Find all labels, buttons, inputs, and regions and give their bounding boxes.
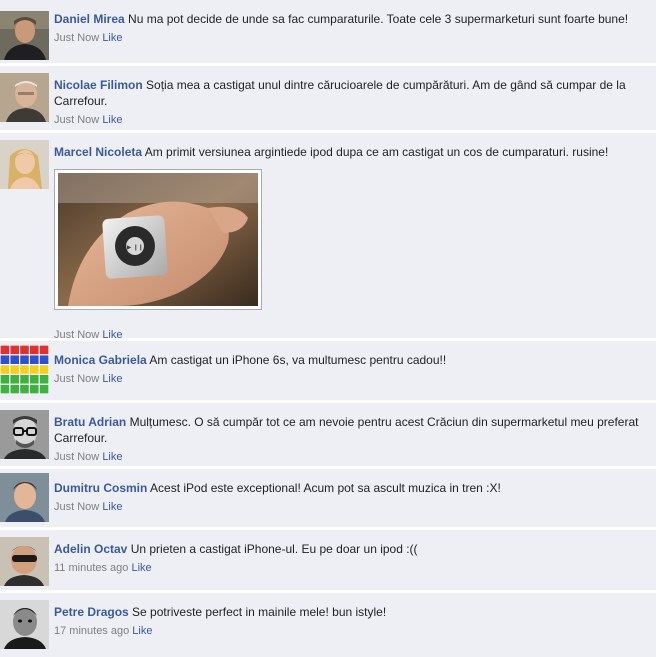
avatar[interactable] xyxy=(0,11,49,60)
blonde-woman-avatar-icon xyxy=(0,140,49,189)
comment-author-link[interactable]: Adelin Octav xyxy=(54,542,127,556)
pixel-cell xyxy=(0,365,10,374)
avatar[interactable] xyxy=(0,537,49,586)
comment-timestamp: 17 minutes ago xyxy=(54,625,130,637)
young-man-avatar-icon xyxy=(0,473,49,522)
comment-item: Marcel Nicoleta Am primit versiunea argi… xyxy=(0,133,656,341)
avatar[interactable] xyxy=(0,473,49,522)
pixel-cell xyxy=(30,365,39,374)
pixel-cell xyxy=(39,365,49,374)
pixel-cell xyxy=(39,375,49,384)
comment-author-link[interactable]: Dumitru Cosmin xyxy=(54,481,147,495)
comment-item: Monica Gabriela Am castigat un iPhone 6s… xyxy=(0,341,656,400)
comment-feed: Daniel Mirea Nu ma pot decide de unde sa… xyxy=(0,0,656,657)
like-link[interactable]: Like xyxy=(131,562,151,574)
pixel-cell xyxy=(30,375,39,384)
like-link[interactable]: Like xyxy=(102,451,122,463)
comment-author-link[interactable]: Marcel Nicoleta xyxy=(54,145,142,159)
comment-author-link[interactable]: Monica Gabriela xyxy=(54,353,147,367)
comment-meta: Just Now Like xyxy=(54,328,650,342)
comment-author-link[interactable]: Petre Dragos xyxy=(54,605,129,619)
older-man-avatar-icon xyxy=(0,73,49,122)
comment-item: Petre Dragos Se potriveste perfect in ma… xyxy=(0,593,656,657)
pixel-cell xyxy=(0,375,10,384)
pixel-cell xyxy=(39,384,49,394)
avatar[interactable] xyxy=(0,345,49,394)
pixel-cell xyxy=(20,365,29,374)
comment-text: Am primit versiunea argintiede ipod dupa… xyxy=(144,145,609,159)
pixel-cell xyxy=(0,355,10,364)
comment-author-link[interactable]: Daniel Mirea xyxy=(54,12,125,26)
comment-timestamp: Just Now xyxy=(54,373,100,385)
pixel-cell xyxy=(39,345,49,355)
comment-timestamp: 11 minutes ago xyxy=(54,562,129,574)
pixel-cell xyxy=(10,384,19,394)
pixel-cell xyxy=(30,384,39,394)
like-link[interactable]: Like xyxy=(102,373,122,385)
comment-item: Adelin Octav Un prieten a castigat iPhon… xyxy=(0,530,656,590)
comment-item: Daniel Mirea Nu ma pot decide de unde sa… xyxy=(0,0,656,63)
pixel-cell xyxy=(39,355,49,364)
pixel-cell xyxy=(10,355,19,364)
pixel-cell xyxy=(10,375,19,384)
comment-text: Un prieten a castigat iPhone-ul. Eu pe d… xyxy=(130,542,418,556)
comment-meta: 11 minutes ago Like xyxy=(54,561,650,575)
comment-timestamp: Just Now xyxy=(54,329,100,341)
pixel-cell xyxy=(20,355,29,364)
comment-author-link[interactable]: Nicolae Filimon xyxy=(54,78,143,92)
comment-text: Nu ma pot decide de unde sa fac cumparat… xyxy=(128,12,629,26)
pixel-cell xyxy=(10,365,19,374)
man-sunglasses-avatar-icon xyxy=(0,537,49,586)
man-bw-portrait-avatar-icon xyxy=(0,600,49,649)
comment-text: Am castigat un iPhone 6s, va multumesc p… xyxy=(149,353,447,367)
like-link[interactable]: Like xyxy=(102,329,122,341)
avatar[interactable] xyxy=(0,410,49,459)
like-link[interactable]: Like xyxy=(132,625,152,637)
avatar[interactable] xyxy=(0,73,49,122)
comment-timestamp: Just Now xyxy=(54,451,100,463)
comment-item: Bratu Adrian Mulțumesc. O să cumpăr tot … xyxy=(0,403,656,466)
pixel-cell xyxy=(20,375,29,384)
comment-text: Se potriveste perfect in mainile mele! b… xyxy=(132,605,387,619)
comment-meta: Just Now Like xyxy=(54,113,650,127)
pixel-cell xyxy=(30,345,39,355)
comment-timestamp: Just Now xyxy=(54,501,100,513)
pixel-cell xyxy=(10,345,19,355)
comment-author-link[interactable]: Bratu Adrian xyxy=(54,415,126,429)
pixel-cell xyxy=(0,384,10,394)
pixel-cell xyxy=(30,355,39,364)
like-link[interactable]: Like xyxy=(102,32,122,44)
comment-text: Mulțumesc. O să cumpăr tot ce am nevoie … xyxy=(54,415,639,445)
man-avatar-dark-jacket-icon xyxy=(0,11,49,60)
avatar[interactable] xyxy=(0,140,49,189)
comment-meta: Just Now Like xyxy=(54,31,650,45)
svg-text:▶ ❙❙: ▶ ❙❙ xyxy=(127,244,144,251)
comment-timestamp: Just Now xyxy=(54,114,100,126)
pixel-cell xyxy=(20,384,29,394)
comment-meta: 17 minutes ago Like xyxy=(54,624,650,638)
photo-attachment[interactable]: ▶ ❙❙ xyxy=(54,169,262,310)
comment-meta: Just Now Like xyxy=(54,372,650,386)
avatar[interactable] xyxy=(0,600,49,649)
comment-item: Nicolae Filimon Soția mea a castigat unu… xyxy=(0,66,656,130)
comment-meta: Just Now Like xyxy=(54,500,650,514)
man-with-glasses-bw-avatar-icon xyxy=(0,410,49,459)
pixel-cell xyxy=(20,345,29,355)
comment-text: Acest iPod este exceptional! Acum pot sa… xyxy=(150,481,501,495)
comment-timestamp: Just Now xyxy=(54,32,100,44)
comment-meta: Just Now Like xyxy=(54,450,650,464)
silver-ipod-shuffle-in-hand-photo-icon: ▶ ❙❙ xyxy=(58,173,258,306)
like-link[interactable]: Like xyxy=(102,501,122,513)
comment-item: Dumitru Cosmin Acest iPod este exception… xyxy=(0,469,656,527)
colorful-pixel-grid-avatar-icon xyxy=(0,345,49,394)
like-link[interactable]: Like xyxy=(102,114,122,126)
pixel-cell xyxy=(0,345,10,355)
